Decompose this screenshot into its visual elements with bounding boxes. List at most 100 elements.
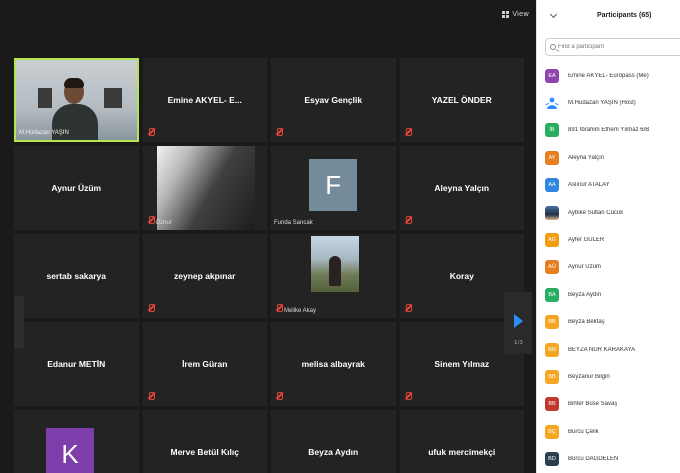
wall-frame — [104, 88, 122, 108]
initials-avatar: BD — [545, 452, 559, 467]
initials-avatar: AY — [545, 150, 559, 165]
participant-search-input[interactable] — [558, 44, 668, 50]
participant-list-item[interactable]: İB 891 İbrahim Ethem Yılmaz 6/B — [545, 117, 680, 144]
participant-tile-name: Aynur Üzüm — [51, 183, 102, 193]
video-tile[interactable]: sertab sakarya — [14, 234, 139, 318]
participant-list-item[interactable]: M.Hüdazan YAŞIN (Host) — [545, 89, 680, 116]
participant-name: Beyza Bektaş — [568, 319, 605, 326]
gallery-grid: M.Hüdazan YAŞIN Emine AKYEL- E... Esyav Ge… — [14, 58, 524, 473]
participant-tile-name: YAZEL ÖNDER — [431, 95, 492, 105]
view-button[interactable]: View — [502, 10, 529, 18]
video-tile[interactable]: Merve Betül Kılıç — [142, 410, 267, 473]
participant-list-item[interactable]: BB Beyzanur Bilgin — [545, 363, 680, 390]
participant-list-item[interactable]: AA Aslınur ATALAY — [545, 172, 680, 199]
participant-list: EA Emine AKYEL- Europass (Me) M.Hüdazan YA… — [545, 62, 680, 473]
video-tile[interactable]: Aynur Üzüm — [14, 146, 139, 230]
participant-tile-name: İrem Güran — [182, 359, 228, 369]
participant-list-item[interactable]: EA Emine AKYEL- Europass (Me) — [545, 62, 680, 89]
participant-name: Burcu Çelik — [568, 428, 599, 435]
muted-mic-icon — [148, 392, 155, 400]
participant-list-item[interactable]: BN BEYZA NUR KARAKAYA — [545, 336, 680, 363]
video-tile[interactable]: K — [14, 410, 139, 473]
muted-mic-icon — [276, 128, 283, 136]
participant-list-item[interactable]: BB Bihter Buse Savaş — [545, 391, 680, 418]
participant-tile-name: Edanur METİN — [47, 359, 106, 369]
wall-frame — [38, 88, 52, 108]
person-silhouette — [52, 104, 98, 140]
participant-name: Ayfer GÜLER — [568, 237, 605, 244]
initials-avatar: BÇ — [545, 424, 559, 439]
next-page-button[interactable]: 1/3 — [504, 292, 532, 354]
participant-tile-label: M.Hüdazan YAŞIN — [19, 130, 69, 136]
participant-tile-label: Melike Akay — [284, 308, 317, 314]
video-feed — [156, 146, 255, 230]
participant-tile-name: Aleyna Yalçın — [434, 183, 490, 193]
muted-mic-icon — [405, 392, 412, 400]
participant-tile-name: Emine AKYEL- E... — [167, 95, 242, 105]
participant-tile-name: Koray — [449, 271, 474, 281]
participant-tile-label: Öznur — [155, 220, 172, 226]
participants-panel: Participants (65) EA Emine AKYEL- Europas… — [536, 0, 680, 473]
initials-avatar: BB — [545, 315, 559, 330]
initials-avatar: BA — [545, 287, 559, 302]
initials-avatar: EA — [545, 68, 559, 83]
video-tile[interactable]: zeynep akpınar — [142, 234, 267, 318]
participant-list-item[interactable]: AÜ Aynur Üzüm — [545, 254, 680, 281]
participant-list-item[interactable]: BÇ Burcu Çelik — [545, 418, 680, 445]
participant-name: Aslınur ATALAY — [568, 182, 610, 189]
video-tile[interactable]: Emine AKYEL- E... — [142, 58, 267, 142]
page-indicator: 1/3 — [514, 340, 523, 346]
initials-avatar: BB — [545, 369, 559, 384]
arrow-right-icon — [514, 314, 523, 328]
participants-header: Participants (65) — [537, 0, 680, 34]
participant-list-item[interactable]: AG Ayfer GÜLER — [545, 226, 680, 253]
host-avatar-icon — [545, 96, 559, 111]
video-tile[interactable]: Esyav Gençlik — [271, 58, 396, 142]
video-tile[interactable]: Edanur METİN — [14, 322, 139, 406]
participant-list-item[interactable]: BA Beyza Aydın — [545, 281, 680, 308]
muted-mic-icon — [148, 216, 155, 224]
video-tile[interactable]: F Funda Sancak — [271, 146, 396, 230]
participant-list-item[interactable]: BB Beyza Bektaş — [545, 309, 680, 336]
video-tile[interactable]: ufuk mercimekçi — [399, 410, 524, 473]
video-tile[interactable]: Aleyna Yalçın — [399, 146, 524, 230]
gallery-grid-icon — [502, 10, 510, 18]
video-tile[interactable]: Melike Akay — [271, 234, 396, 318]
participant-name: M.Hüdazan YAŞIN (Host) — [568, 100, 636, 107]
participant-name: BEYZA NUR KARAKAYA — [568, 346, 636, 353]
participant-name: Burcu DAĞDELEN — [568, 456, 619, 463]
chevron-down-icon[interactable] — [549, 10, 558, 19]
video-tile[interactable]: YAZEL ÖNDER — [399, 58, 524, 142]
video-tile[interactable]: M.Hüdazan YAŞIN — [14, 58, 139, 142]
participant-tile-name: Beyza Aydın — [308, 447, 359, 457]
meeting-stage: View M.Hüdazan YAŞIN Emine AKYEL- E... Esy… — [0, 0, 536, 473]
muted-mic-icon — [405, 128, 412, 136]
video-tile[interactable]: Beyza Aydın — [271, 410, 396, 473]
initials-avatar: AG — [545, 233, 559, 248]
photo-avatar-icon — [545, 205, 559, 220]
initials-avatar: BN — [545, 342, 559, 357]
video-tile[interactable]: İrem Güran — [142, 322, 267, 406]
participant-list-item[interactable]: AY Aleyna Yalçın — [545, 144, 680, 171]
meeting-topbar: View — [0, 0, 536, 56]
participant-tile-name: Merve Betül Kılıç — [170, 447, 240, 457]
video-tile[interactable]: melisa albayrak — [271, 322, 396, 406]
participant-name: Aybike Sultan Cücük — [568, 209, 624, 216]
participant-list-item[interactable]: Aybike Sultan Cücük — [545, 199, 680, 226]
search-icon — [550, 44, 556, 50]
participant-name: 891 İbrahim Ethem Yılmaz 6/B — [568, 127, 650, 134]
participant-tile-name: Sinem Yılmaz — [434, 359, 490, 369]
participant-name: Aynur Üzüm — [568, 264, 601, 271]
initials-avatar: İB — [545, 123, 559, 138]
participant-list-item[interactable]: BD Burcu DAĞDELEN — [545, 445, 680, 472]
muted-mic-icon — [276, 392, 283, 400]
participants-title: Participants (65) — [597, 12, 652, 19]
participant-search[interactable] — [545, 38, 680, 56]
participant-name: Beyza Aydın — [568, 291, 602, 298]
muted-mic-icon — [405, 304, 412, 312]
muted-mic-icon — [276, 304, 283, 312]
video-tile[interactable]: Öznur — [142, 146, 267, 230]
previous-page-button[interactable] — [14, 296, 24, 348]
muted-mic-icon — [148, 304, 155, 312]
participant-tile-name: melisa albayrak — [301, 359, 365, 369]
